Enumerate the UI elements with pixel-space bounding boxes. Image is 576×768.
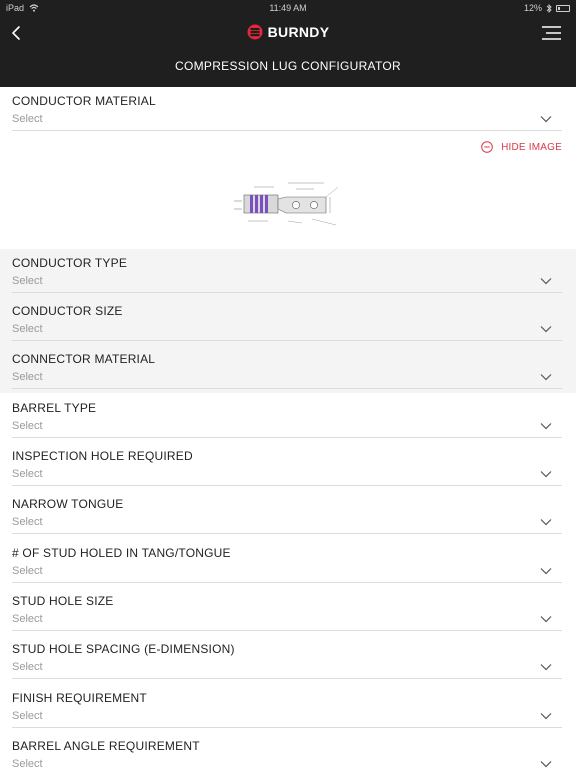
chevron-down-icon [540,761,552,768]
select-value: Select [12,661,43,673]
field-label: BARREL TYPE [12,401,97,415]
barrel-angle-select[interactable]: Select [12,756,562,768]
select-value: Select [12,275,43,287]
stud-holes-count-select[interactable]: Select [12,563,562,583]
field-conductor-size: CONDUCTOR SIZE Select [0,297,576,345]
status-bar: iPad 11:49 AM 12% [0,0,576,16]
page-title: COMPRESSION LUG CONFIGURATOR [175,59,401,73]
field-barrel-angle-requirement: BARREL ANGLE REQUIREMENT Select [0,732,576,768]
conductor-size-select[interactable]: Select [12,321,562,341]
select-value: Select [12,468,43,480]
chevron-down-icon [540,471,552,478]
conductor-material-select[interactable]: Select [12,111,562,131]
select-value: Select [12,420,43,432]
narrow-tongue-select[interactable]: Select [12,514,562,534]
field-label: STUD HOLE SIZE [12,594,114,608]
field-label: CONDUCTOR MATERIAL [12,94,156,108]
field-finish-requirement: FINISH REQUIREMENT Select [0,684,576,732]
menu-icon[interactable] [540,24,562,42]
field-label: NARROW TONGUE [12,497,124,511]
field-label: CONNECTOR MATERIAL [12,352,156,366]
bluetooth-icon [546,3,552,13]
conductor-type-select[interactable]: Select [12,273,562,293]
chevron-down-icon [540,568,552,575]
app-header: BURNDY COMPRESSION LUG CONFIGURATOR [0,16,576,87]
finish-requirement-select[interactable]: Select [12,708,562,728]
select-value: Select [12,516,43,528]
chevron-down-icon [540,616,552,623]
field-stud-hole-size: STUD HOLE SIZE Select [0,587,576,635]
select-value: Select [12,710,43,722]
select-value: Select [12,565,43,577]
chevron-down-icon [540,519,552,526]
field-barrel-type: BARREL TYPE Select [0,394,576,442]
field-stud-hole-spacing: STUD HOLE SPACING (E-DIMENSION) Select [0,635,576,683]
burndy-logo-mark-icon [247,24,263,40]
inspection-hole-select[interactable]: Select [12,466,562,486]
stud-hole-size-select[interactable]: Select [12,611,562,631]
field-label: FINISH REQUIREMENT [12,691,147,705]
field-label: CONDUCTOR TYPE [12,256,128,270]
minus-circle-icon [481,141,493,153]
field-inspection-hole-required: INSPECTION HOLE REQUIRED Select [0,442,576,490]
chevron-down-icon [540,374,552,381]
hide-image-button[interactable]: HIDE IMAGE [481,140,562,154]
chevron-down-icon [540,116,552,123]
select-value: Select [12,758,43,768]
brand-name: BURNDY [267,24,330,40]
field-label: CONDUCTOR SIZE [12,304,123,318]
chevron-down-icon [540,423,552,430]
chevron-down-icon [540,664,552,671]
burndy-logo: BURNDY [0,22,576,42]
field-stud-holes-count: # OF STUD HOLED IN TANG/TONGUE Select [0,539,576,587]
chevron-down-icon [540,278,552,285]
field-label: INSPECTION HOLE REQUIRED [12,449,193,463]
barrel-type-select[interactable]: Select [12,418,562,438]
chevron-down-icon [540,713,552,720]
hide-image-label: HIDE IMAGE [501,141,562,153]
battery-percent: 12% [523,3,542,13]
status-time: 11:49 AM [269,3,307,13]
stud-hole-spacing-select[interactable]: Select [12,659,562,679]
select-value: Select [12,613,43,625]
select-value: Select [12,113,43,125]
field-label: BARREL ANGLE REQUIREMENT [12,739,200,753]
field-connector-material: CONNECTOR MATERIAL Select [0,345,576,393]
field-conductor-material: CONDUCTOR MATERIAL Select [0,87,576,135]
field-label: STUD HOLE SPACING (E-DIMENSION) [12,642,235,656]
compression-lug-diagram [234,182,339,226]
chevron-down-icon [540,326,552,333]
field-label: # OF STUD HOLED IN TANG/TONGUE [12,546,231,560]
battery-icon [556,4,570,12]
field-narrow-tongue: NARROW TONGUE Select [0,490,576,538]
select-value: Select [12,371,43,383]
connector-material-select[interactable]: Select [12,369,562,389]
field-conductor-type: CONDUCTOR TYPE Select [0,249,576,297]
select-value: Select [12,323,43,335]
